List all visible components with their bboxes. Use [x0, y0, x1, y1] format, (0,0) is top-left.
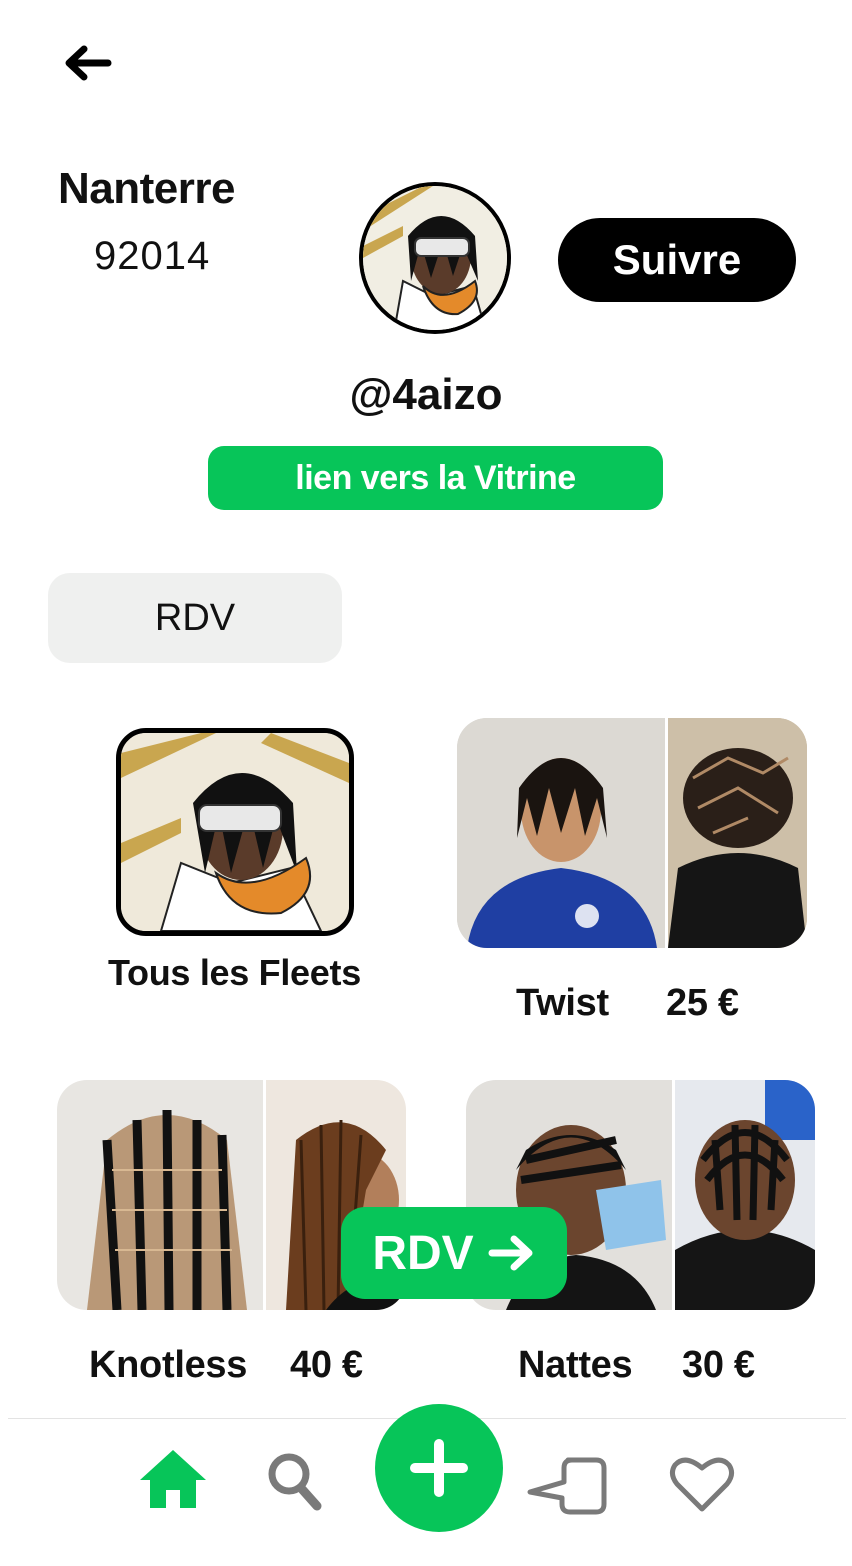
- service-price: 25 €: [666, 982, 739, 1024]
- service-price: 30 €: [682, 1344, 755, 1386]
- service-name: Nattes: [518, 1344, 633, 1386]
- service-price: 40 €: [290, 1344, 363, 1386]
- rdv-floating-button[interactable]: RDV: [341, 1207, 567, 1299]
- heart-icon: [669, 1457, 735, 1512]
- nav-home[interactable]: [138, 1448, 208, 1510]
- home-icon: [140, 1450, 206, 1508]
- create-button[interactable]: [375, 1404, 503, 1532]
- chat-icon: [527, 1457, 607, 1515]
- fleets-thumbnail[interactable]: [116, 728, 354, 936]
- follow-button[interactable]: Suivre: [558, 218, 796, 302]
- tab-rdv[interactable]: RDV: [48, 573, 342, 663]
- service-name: Twist: [516, 982, 609, 1024]
- fleets-illustration: [121, 733, 349, 931]
- service-photo: [675, 1080, 815, 1310]
- nav-search[interactable]: [265, 1450, 323, 1512]
- avatar-illustration: [363, 186, 507, 330]
- service-photo: [668, 718, 807, 948]
- arrow-left-icon: [65, 45, 112, 81]
- nav-favorites[interactable]: [669, 1454, 735, 1514]
- plus-icon: [410, 1439, 468, 1497]
- fleets-label: Tous les Fleets: [108, 952, 361, 993]
- service-photo: [57, 1080, 263, 1310]
- rdv-floating-label: RDV: [372, 1226, 474, 1280]
- avatar[interactable]: [359, 182, 511, 334]
- back-button[interactable]: [60, 40, 116, 86]
- profile-handle: @4aizo: [349, 370, 503, 419]
- search-icon: [268, 1453, 322, 1511]
- service-photo: [457, 718, 665, 948]
- service-card-twist[interactable]: [457, 718, 807, 948]
- nav-messages[interactable]: [526, 1456, 608, 1516]
- arrow-right-icon: [488, 1235, 533, 1271]
- zip-code: 92014: [94, 234, 211, 278]
- vitrine-link-button[interactable]: lien vers la Vitrine: [208, 446, 663, 510]
- service-name: Knotless: [89, 1344, 248, 1386]
- city-name: Nanterre: [58, 164, 235, 213]
